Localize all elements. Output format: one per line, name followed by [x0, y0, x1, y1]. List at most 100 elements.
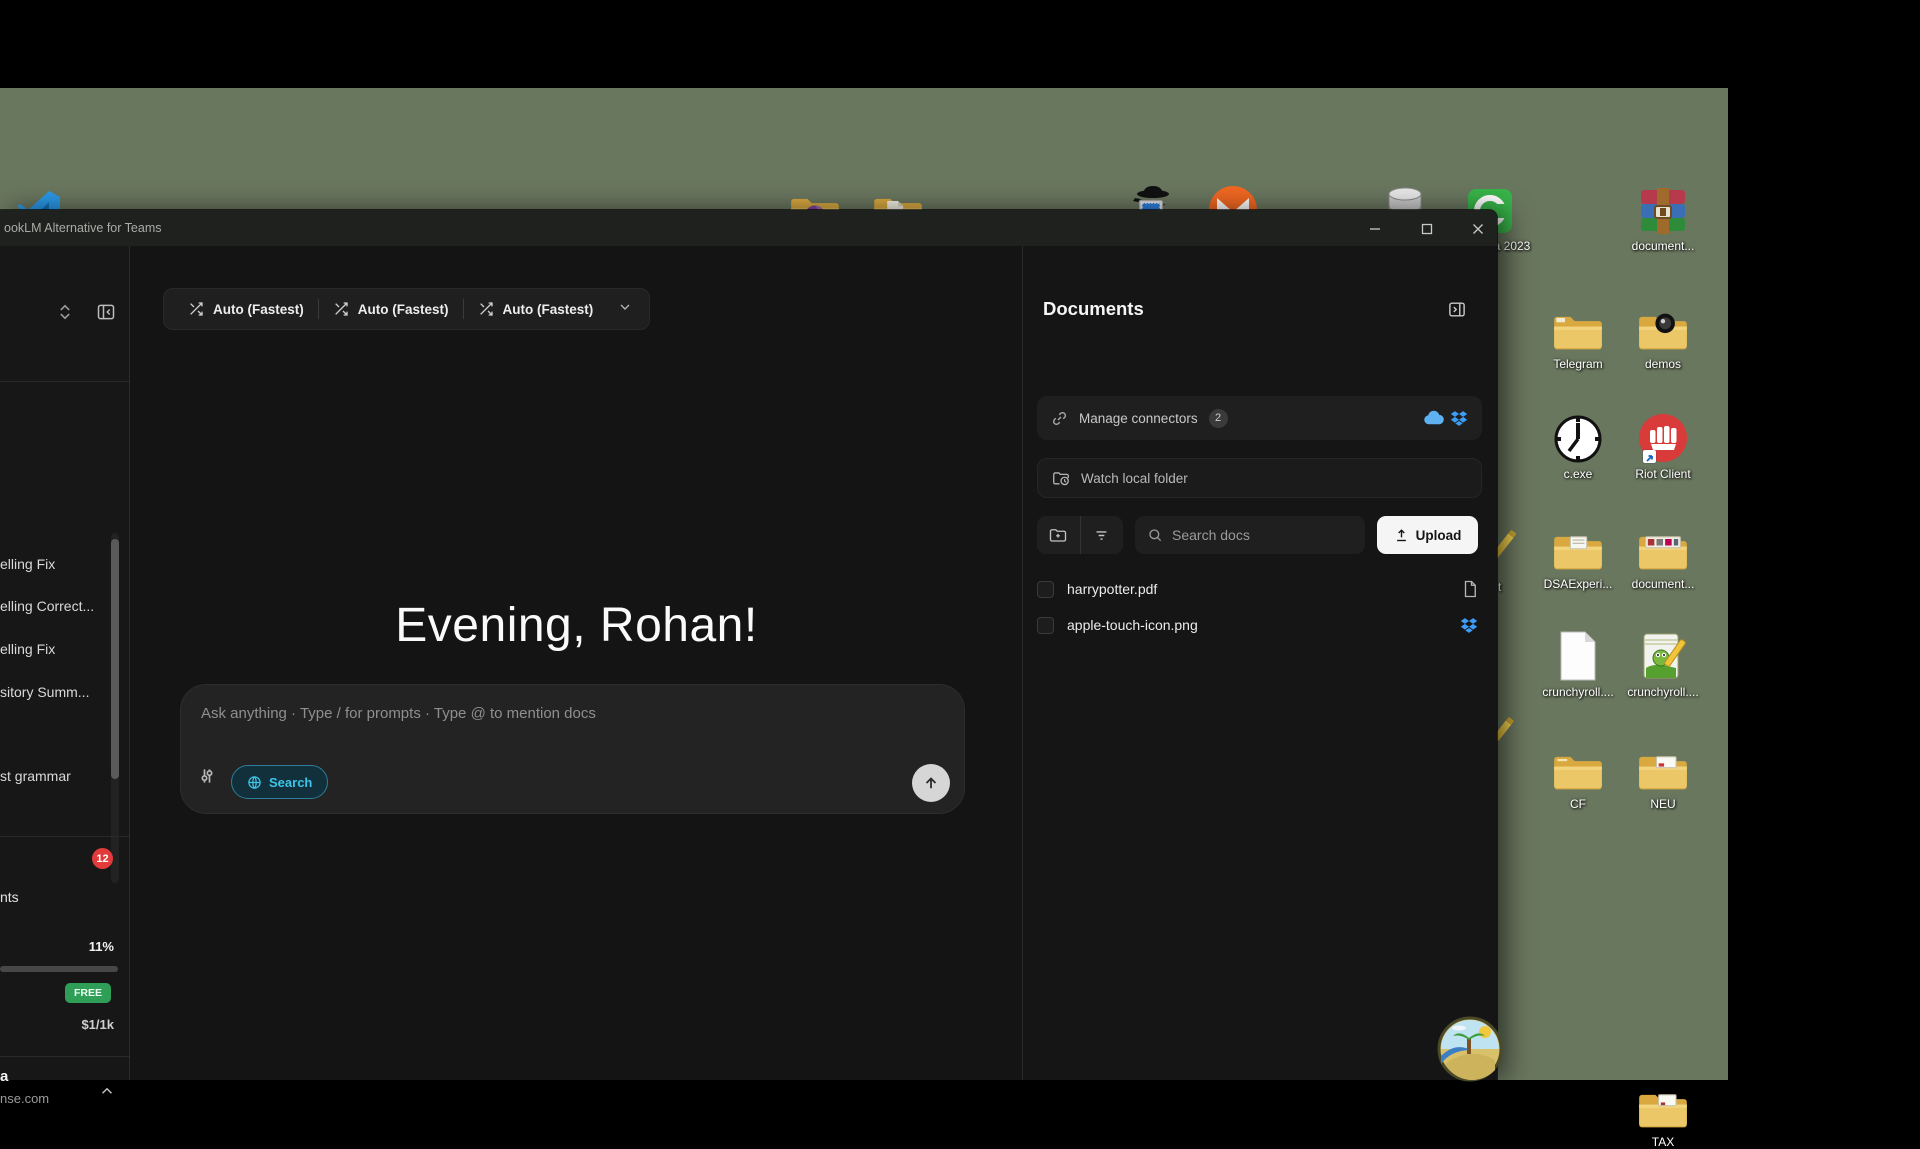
desktop-icon-tax[interactable]: TAX	[1621, 1076, 1705, 1149]
chat-history-item[interactable]: elling Fix	[0, 641, 55, 659]
watch-local-folder-label: Watch local folder	[1081, 471, 1188, 486]
desktop-icon-label: NEU	[1650, 797, 1675, 811]
file-checkbox[interactable]	[1037, 581, 1054, 598]
maximize-icon	[1421, 223, 1433, 235]
send-button[interactable]	[912, 764, 950, 802]
chevron-down-icon	[617, 299, 633, 315]
web-search-label: Search	[269, 775, 312, 790]
desktop-icon-crunchyroll-doc[interactable]: crunchyroll....	[1536, 626, 1620, 699]
model-selector-1[interactable]: Auto (Fastest)	[174, 301, 318, 317]
greeting-text: Evening, Rohan!	[131, 598, 1022, 653]
usage-rate: $1/1k	[81, 1017, 114, 1032]
maximize-button[interactable]	[1412, 217, 1442, 241]
desktop-icon-cf[interactable]: CF	[1536, 738, 1620, 811]
desktop-icon-dsa-experiments[interactable]: DSAExperi...	[1536, 518, 1620, 591]
desktop-icon-label: crunchyroll....	[1627, 685, 1698, 699]
sidebar: elling Fix elling Correct... elling Fix …	[0, 246, 130, 1080]
model-selector-label: Auto (Fastest)	[503, 302, 594, 317]
desktop-icon-label: document...	[1632, 239, 1695, 253]
tune-icon	[197, 766, 217, 786]
winrar-icon	[1637, 180, 1689, 236]
model-dropdown-button[interactable]	[607, 299, 639, 320]
watch-local-folder-button[interactable]: Watch local folder	[1037, 458, 1482, 498]
riot-fist-icon	[1637, 408, 1689, 464]
desktop-icon-c-exe[interactable]: c.exe	[1536, 408, 1620, 481]
documents-title: Documents	[1043, 298, 1144, 320]
folder-watch-icon	[1052, 470, 1070, 486]
chat-history-item[interactable]: elling Correct...	[0, 598, 94, 616]
upload-label: Upload	[1416, 528, 1462, 543]
upload-button[interactable]: Upload	[1377, 516, 1478, 554]
hidden-desktop-icon-label: t	[1498, 580, 1501, 594]
desktop-icon-neu[interactable]: NEU	[1621, 738, 1705, 811]
desktop-icon-label: TAX	[1652, 1135, 1674, 1149]
file-source	[1460, 617, 1478, 634]
web-search-toggle[interactable]: Search	[231, 765, 328, 799]
desktop-icon-telegram[interactable]: Telegram	[1536, 298, 1620, 371]
manage-connectors-button[interactable]: Manage connectors 2	[1037, 396, 1482, 440]
desktop-icon-label: c.exe	[1564, 467, 1593, 481]
notepad-plus-plus-icon	[1638, 626, 1688, 682]
folder-paper-icon	[1637, 738, 1689, 794]
file-name: harrypotter.pdf	[1067, 581, 1157, 597]
model-selector-label: Auto (Fastest)	[358, 302, 449, 317]
dropbox-icon	[1450, 410, 1468, 427]
shuffle-icon	[478, 301, 494, 317]
notification-badge: 12	[92, 848, 113, 869]
desktop-icon-label: document...	[1632, 577, 1695, 591]
prompt-box[interactable]: Search	[180, 684, 965, 814]
sidebar-scrollbar[interactable]	[111, 533, 119, 883]
sidebar-nav-item[interactable]: nts	[0, 889, 19, 905]
sidebar-scrollbar-thumb[interactable]	[111, 539, 119, 779]
window-titlebar: ookLM Alternative for Teams	[0, 210, 1497, 246]
model-selector-3[interactable]: Auto (Fastest)	[464, 301, 608, 317]
prompt-input[interactable]	[201, 705, 841, 722]
collapse-documents-button[interactable]	[1447, 300, 1467, 324]
account-menu-button[interactable]	[98, 1082, 116, 1105]
divider	[0, 836, 130, 837]
file-row[interactable]: harrypotter.pdf	[1037, 574, 1482, 604]
desktop-icon-document-rar[interactable]: document...	[1621, 180, 1705, 253]
model-selector-2[interactable]: Auto (Fastest)	[319, 301, 463, 317]
link-icon	[1047, 406, 1071, 430]
usage-progress-bar	[0, 966, 118, 972]
unfold-button[interactable]	[55, 302, 75, 327]
chat-history-item[interactable]: sitory Summ...	[0, 684, 89, 702]
file-source	[1462, 580, 1478, 598]
account-name: a	[0, 1068, 8, 1085]
desktop-icon-crunchyroll-npp[interactable]: crunchyroll....	[1621, 626, 1705, 699]
close-icon	[1472, 223, 1484, 235]
prompt-options-button[interactable]	[197, 766, 217, 791]
new-folder-button[interactable]	[1037, 527, 1080, 543]
file-icon	[1462, 580, 1478, 598]
desktop-icon-document-folder[interactable]: document...	[1621, 518, 1705, 591]
plan-badge: FREE	[65, 983, 111, 1003]
search-icon	[1147, 527, 1163, 543]
island-app-icon[interactable]	[1437, 1016, 1503, 1082]
clock-icon	[1553, 408, 1603, 464]
main-content: Auto (Fastest) Auto (Fastest) Auto (Fast…	[131, 246, 1022, 1080]
docs-search-input[interactable]	[1172, 527, 1342, 543]
blank-file-icon	[1557, 626, 1599, 682]
desktop-icon-riot-client[interactable]: Riot Client	[1621, 408, 1705, 481]
filter-button[interactable]	[1080, 527, 1123, 544]
desktop-icon-label: CF	[1570, 797, 1586, 811]
desktop-icon-demos[interactable]: demos	[1621, 298, 1705, 371]
chat-history-item[interactable]: elling Fix	[0, 556, 55, 574]
model-selector-label: Auto (Fastest)	[213, 302, 304, 317]
letterbox-right	[1728, 0, 1920, 1080]
unfold-icon	[55, 302, 75, 322]
usage-percent: 11%	[89, 939, 114, 954]
app-window: ookLM Alternative for Teams elling Fix e…	[0, 210, 1497, 1080]
letterbox-top	[0, 0, 1920, 88]
file-checkbox[interactable]	[1037, 617, 1054, 634]
documents-panel: Documents Manage connectors 2 Watch loca…	[1022, 246, 1497, 1080]
collapse-sidebar-button[interactable]	[96, 302, 116, 327]
chat-history-item[interactable]: st grammar	[0, 768, 71, 786]
desktop-icon-label: Riot Client	[1635, 467, 1690, 481]
docs-search-box[interactable]	[1135, 516, 1365, 554]
shuffle-icon	[333, 301, 349, 317]
close-button[interactable]	[1463, 217, 1493, 241]
file-row[interactable]: apple-touch-icon.png	[1037, 610, 1482, 640]
minimize-button[interactable]	[1360, 217, 1390, 241]
